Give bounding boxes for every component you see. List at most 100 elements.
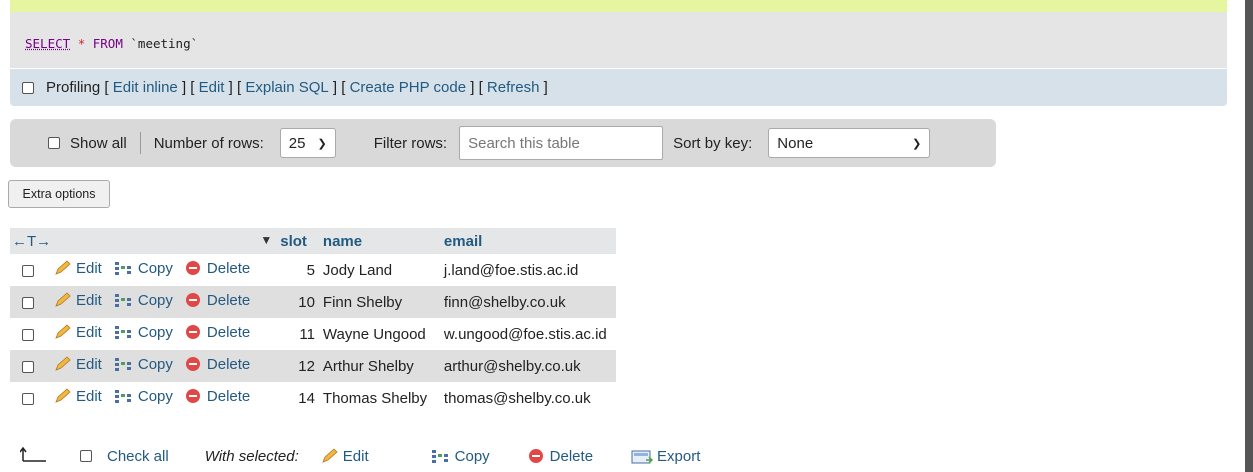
show-all-label: Show all — [70, 134, 127, 152]
create-php-code-link[interactable]: Create PHP code — [350, 79, 466, 96]
row-edit-button[interactable]: Edit — [54, 356, 102, 373]
table-row[interactable]: Edit Copy Delete 5 Jody Land j.land@foe.stis.… — [10, 254, 616, 286]
delete-icon — [528, 449, 543, 463]
copy-icon — [114, 262, 131, 276]
sql-query-box[interactable]: SELECT * FROM `meeting` — [10, 0, 1227, 68]
results-table: ←T→ ▼ slot name email Edit Copy Delete 5 Jod… — [10, 228, 616, 414]
row-checkbox[interactable] — [22, 264, 34, 277]
row-delete-button[interactable]: Delete — [185, 356, 250, 373]
filter-rows-label: Filter rows: — [373, 134, 448, 152]
row-checkbox[interactable] — [22, 328, 34, 341]
column-header-email[interactable]: email — [439, 228, 616, 254]
pencil-icon — [322, 448, 338, 463]
table-header-row: ←T→ ▼ slot name email — [10, 228, 616, 254]
table-row[interactable]: Edit Copy Delete 10 Finn Shelby finn@shelby.c… — [10, 286, 616, 318]
cell-name[interactable]: Finn Shelby — [318, 286, 440, 318]
column-header-slot[interactable]: slot — [276, 228, 319, 254]
query-options-bar: Profiling [ Edit inline ] [ Edit ] [ Exp… — [10, 69, 1227, 106]
table-row[interactable]: Edit Copy Delete 11 Wayne Ungood w.ungood@foe… — [10, 318, 616, 350]
row-edit-button[interactable]: Edit — [54, 388, 102, 405]
delete-icon — [185, 325, 200, 340]
cell-name[interactable]: Jody Land — [318, 254, 440, 286]
row-edit-button[interactable]: Edit — [54, 260, 102, 277]
sql-from-keyword: FROM — [92, 36, 123, 51]
delete-icon — [185, 357, 200, 372]
check-all-link[interactable]: Check all — [107, 448, 169, 465]
profiling-label: Profiling — [46, 79, 101, 96]
row-checkbox[interactable] — [22, 360, 34, 373]
cell-email[interactable]: finn@shelby.co.uk — [439, 286, 616, 318]
cell-slot[interactable]: 10 — [276, 286, 319, 318]
row-checkbox[interactable] — [22, 392, 34, 405]
explain-sql-link[interactable]: Explain SQL — [245, 79, 328, 96]
row-copy-button[interactable]: Copy — [114, 324, 173, 341]
row-copy-button[interactable]: Copy — [114, 388, 173, 405]
cell-email[interactable]: thomas@shelby.co.uk — [439, 382, 616, 414]
edit-inline-link[interactable]: Edit inline — [113, 79, 178, 96]
filter-rows-input[interactable] — [459, 126, 664, 160]
sort-by-key-label: Sort by key: — [673, 134, 753, 152]
extra-options-button[interactable]: Extra options — [8, 180, 110, 208]
row-copy-button[interactable]: Copy — [114, 292, 173, 309]
row-edit-button[interactable]: Edit — [54, 292, 102, 309]
table-row[interactable]: Edit Copy Delete 14 Thomas Shelby thomas@shel… — [10, 382, 616, 414]
cell-slot[interactable]: 14 — [276, 382, 319, 414]
profiling-checkbox[interactable] — [22, 81, 34, 94]
bulk-edit-button[interactable]: Edit — [321, 448, 369, 465]
edit-query-link[interactable]: Edit — [199, 79, 225, 96]
column-arrows-header: ←T→ ▼ — [10, 228, 277, 254]
navigation-toolbar: Show all Number of rows: 25 ❯ Filter row… — [10, 119, 996, 167]
bulk-actions-bar: Check all With selected: Edit Copy Delet… — [19, 444, 700, 468]
cell-slot[interactable]: 12 — [276, 350, 319, 382]
check-all-checkbox[interactable] — [80, 450, 92, 462]
column-arrows[interactable]: ←T→ — [12, 233, 51, 250]
with-selected-label: With selected: — [204, 447, 299, 465]
cell-slot[interactable]: 11 — [276, 318, 319, 350]
copy-icon — [114, 294, 131, 308]
row-copy-button[interactable]: Copy — [114, 260, 173, 277]
rows-per-page-value: 25 — [288, 134, 306, 152]
bulk-delete-button[interactable]: Delete — [528, 448, 593, 465]
rows-per-page-select[interactable]: 25 ❯ — [279, 128, 336, 158]
cell-name[interactable]: Wayne Ungood — [318, 318, 440, 350]
sql-table-name: `meeting` — [130, 36, 199, 51]
row-delete-button[interactable]: Delete — [185, 292, 250, 309]
copy-icon — [114, 326, 131, 340]
bulk-copy-button[interactable]: Copy — [431, 448, 490, 465]
sort-by-key-select[interactable]: None ❯ — [768, 128, 931, 158]
row-delete-button[interactable]: Delete — [185, 260, 250, 277]
refresh-link[interactable]: Refresh — [487, 79, 540, 96]
column-header-name[interactable]: name — [318, 228, 440, 254]
sql-select-keyword[interactable]: SELECT — [25, 36, 70, 51]
cell-email[interactable]: w.ungood@foe.stis.ac.id — [439, 318, 616, 350]
cell-slot[interactable]: 5 — [276, 254, 319, 286]
bulk-export-button[interactable]: Export — [631, 448, 700, 465]
sql-query-text: SELECT * FROM `meeting` — [25, 36, 198, 51]
chevron-down-icon: ❯ — [912, 137, 922, 150]
cell-name[interactable]: Thomas Shelby — [318, 382, 440, 414]
pencil-icon — [55, 260, 71, 275]
sort-by-key-value: None — [777, 134, 814, 152]
pencil-icon — [55, 292, 71, 307]
row-delete-button[interactable]: Delete — [185, 324, 250, 341]
delete-icon — [185, 261, 200, 276]
sort-triangle-icon[interactable]: ▼ — [260, 233, 272, 247]
row-delete-button[interactable]: Delete — [185, 388, 250, 405]
copy-icon — [114, 390, 131, 404]
show-all-checkbox[interactable] — [48, 137, 60, 149]
row-copy-button[interactable]: Copy — [114, 356, 173, 373]
cell-name[interactable]: Arthur Shelby — [318, 350, 440, 382]
copy-icon — [431, 450, 448, 463]
rows-label: Number of rows: — [153, 134, 264, 152]
cell-email[interactable]: j.land@foe.stis.ac.id — [439, 254, 616, 286]
table-row[interactable]: Edit Copy Delete 12 Arthur Shelby arthur@shel… — [10, 350, 616, 382]
page-scrollbar[interactable] — [1245, 0, 1253, 472]
chevron-down-icon: ❯ — [317, 137, 327, 150]
cell-email[interactable]: arthur@shelby.co.uk — [439, 350, 616, 382]
row-checkbox[interactable] — [22, 296, 34, 309]
pencil-icon — [55, 324, 71, 339]
export-icon — [631, 450, 654, 464]
pencil-icon — [55, 388, 71, 403]
row-edit-button[interactable]: Edit — [54, 324, 102, 341]
sql-star: * — [77, 36, 86, 51]
